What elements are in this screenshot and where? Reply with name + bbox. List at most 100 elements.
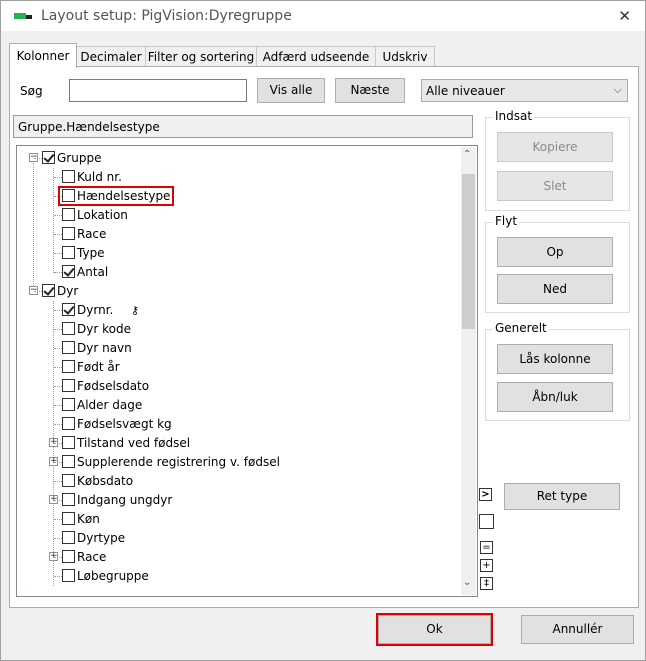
tree-item-checkbox[interactable]: [62, 303, 75, 316]
tree-item[interactable]: − Gruppe: [17, 149, 457, 168]
tree-item[interactable]: Antal: [17, 263, 457, 282]
plusminus-button[interactable]: ‡: [480, 577, 493, 590]
tree-item[interactable]: Fødselsvægt kg: [17, 415, 457, 434]
layout-setup-window: Layout setup: PigVision:Dyregruppe ✕ Kol…: [0, 0, 646, 661]
change-type-button[interactable]: Ret type: [504, 483, 620, 510]
level-select-value: Alle niveauer: [426, 84, 505, 98]
tree-item[interactable]: Race: [17, 225, 457, 244]
tree-item[interactable]: + Tilstand ved fødsel: [17, 434, 457, 453]
highlight-box: [58, 186, 174, 206]
search-label: Søg: [20, 84, 43, 98]
plus-button[interactable]: +: [480, 559, 493, 572]
delete-button[interactable]: Slet: [497, 171, 613, 201]
show-all-button[interactable]: Vis alle: [257, 78, 325, 103]
checkmark-icon: [43, 284, 55, 296]
app-icon: [14, 13, 32, 19]
tree-item-checkbox[interactable]: [62, 455, 75, 468]
tree-item-checkbox[interactable]: [62, 436, 75, 449]
tree-item-label: Gruppe: [57, 151, 102, 165]
next-button[interactable]: Næste: [335, 78, 405, 103]
tree-item[interactable]: + Indgang ungdyr: [17, 491, 457, 510]
tree-item-label: Dyr kode: [77, 322, 131, 336]
search-input[interactable]: [69, 79, 247, 102]
tree-item-checkbox[interactable]: [62, 398, 75, 411]
tree-item-checkbox[interactable]: [62, 341, 75, 354]
tree-item[interactable]: Løbegruppe: [17, 567, 457, 586]
scroll-up-icon[interactable]: ⌃: [463, 149, 471, 160]
chevron-down-icon: ⌵: [613, 83, 622, 96]
tree-item-checkbox[interactable]: [62, 322, 75, 335]
move-down-button[interactable]: Ned: [497, 274, 613, 304]
tree-item-checkbox[interactable]: [62, 265, 75, 278]
tree-item-label: Alder dage: [77, 398, 143, 412]
tab-adfaerd-udseende[interactable]: Adfærd udseende: [256, 46, 376, 67]
tree-item-checkbox[interactable]: [62, 227, 75, 240]
expand-collapse-button[interactable]: Åbn/luk: [497, 382, 613, 412]
level-select[interactable]: Alle niveauer ⌵: [421, 79, 628, 102]
tree-item-label: Dyr: [57, 284, 79, 298]
tree-connector: [54, 367, 62, 368]
tree-item[interactable]: Køn: [17, 510, 457, 529]
tree-item-checkbox[interactable]: [62, 569, 75, 582]
tree-item-checkbox[interactable]: [62, 417, 75, 430]
tree-item[interactable]: Alder dage: [17, 396, 457, 415]
arrow-right-button[interactable]: >: [479, 488, 492, 501]
tree-item[interactable]: Dyr kode: [17, 320, 457, 339]
tree-connector: [54, 348, 62, 349]
tree-item-label: Dyrtype: [77, 531, 126, 545]
tree-item[interactable]: + Supplerende registrering v. fødsel: [17, 453, 457, 472]
tree-item-checkbox[interactable]: [42, 151, 55, 164]
close-icon[interactable]: ✕: [618, 7, 631, 25]
tree-item-checkbox[interactable]: [62, 360, 75, 373]
lock-column-button[interactable]: Lås kolonne: [497, 344, 613, 374]
tree-item-checkbox[interactable]: [62, 493, 75, 506]
tab-udskriv[interactable]: Udskriv: [375, 46, 435, 67]
scroll-down-icon[interactable]: ⌄: [463, 577, 471, 588]
cancel-button[interactable]: Annullér: [521, 615, 634, 644]
tree-item[interactable]: Købsdato: [17, 472, 457, 491]
tree-item[interactable]: − Dyr: [17, 282, 457, 301]
scroll-thumb[interactable]: [462, 174, 475, 329]
tree-connector: [54, 481, 62, 482]
tree-item[interactable]: Fødselsdato: [17, 377, 457, 396]
tree-item[interactable]: Dyr navn: [17, 339, 457, 358]
tree-item[interactable]: Dyrnr. ⚷: [17, 301, 457, 320]
tree-connector: [54, 253, 62, 254]
tree-item[interactable]: Lokation: [17, 206, 457, 225]
selected-column-path: Gruppe.Hændelsestype: [13, 115, 473, 138]
tab-filter-sortering[interactable]: Filter og sortering: [145, 46, 257, 67]
tree-item-checkbox[interactable]: [62, 474, 75, 487]
tree-item[interactable]: Dyrtype: [17, 529, 457, 548]
tree-scrollbar[interactable]: ⌃ ⌄: [461, 147, 476, 595]
tree-item-label: Kuld nr.: [77, 170, 122, 184]
tree-item-checkbox[interactable]: [62, 550, 75, 563]
tree-item[interactable]: Hændelsestype: [17, 186, 457, 206]
tree-item[interactable]: + Race: [17, 548, 457, 567]
copy-button[interactable]: Kopiere: [497, 132, 613, 162]
tree-item[interactable]: Født år: [17, 358, 457, 377]
blank-checkbox[interactable]: [479, 514, 494, 529]
flyt-title: Flyt: [493, 214, 520, 228]
tree-item-checkbox[interactable]: [62, 170, 75, 183]
window-title: Layout setup: PigVision:Dyregruppe: [41, 8, 292, 24]
move-up-button[interactable]: Op: [497, 237, 613, 267]
tab-decimaler[interactable]: Decimaler: [76, 46, 146, 67]
tree-connector: [54, 500, 62, 501]
tree-item-label: Race: [77, 550, 107, 564]
tree-item-checkbox[interactable]: [42, 284, 55, 297]
tree-item-checkbox[interactable]: [62, 531, 75, 544]
equals-button[interactable]: =: [480, 541, 493, 554]
tree-connector: [54, 424, 62, 425]
tree-connector: [54, 177, 62, 178]
tree-item-label: Født år: [77, 360, 120, 374]
tree-item-checkbox[interactable]: [62, 379, 75, 392]
tab-kolonner[interactable]: Kolonner: [9, 43, 77, 68]
tree-item[interactable]: Type: [17, 244, 457, 263]
column-tree[interactable]: ⌃ ⌄ − Gruppe Kuld nr. Hændelsestype Lokation…: [16, 145, 478, 597]
tree-connector: [54, 538, 62, 539]
tree-item-checkbox[interactable]: [62, 512, 75, 525]
tree-item-checkbox[interactable]: [62, 246, 75, 259]
tree-item[interactable]: Kuld nr.: [17, 168, 457, 187]
generelt-title: Generelt: [493, 321, 549, 335]
tree-item-checkbox[interactable]: [62, 208, 75, 221]
